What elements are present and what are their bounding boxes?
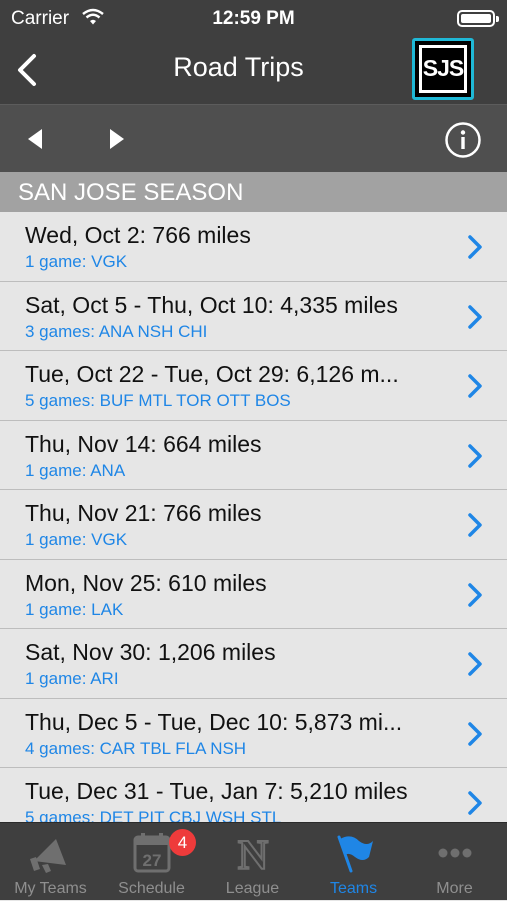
list-item[interactable]: Tue, Oct 22 - Tue, Oct 29: 6,126 m... 5 … [0,351,507,421]
list-item[interactable]: Thu, Dec 5 - Tue, Dec 10: 5,873 mi... 4 … [0,699,507,768]
info-button[interactable] [444,121,482,159]
status-bar: Carrier 12:59 PM [0,0,507,36]
league-glyph: N [237,833,267,875]
trip-games: 5 games: DET PIT CBJ WSH STL [25,808,282,822]
trip-games: 1 game: ARI [25,669,119,688]
trip-games: 1 game: VGK [25,252,128,271]
tab-bar: My Teams 27 Schedule 4 N League Teams Mo… [0,822,507,900]
battery-icon [457,10,499,27]
tab-label: Teams [329,880,378,897]
trip-games: 1 game: VGK [25,530,128,549]
trip-games: 4 games: CAR TBL FLA NSH [25,738,247,758]
road-trip-list: Wed, Oct 2: 766 miles 1 game: VGK Sat, O… [0,212,507,822]
navigation-bar: Road Trips SJS [0,36,507,104]
chevron-right-icon [468,235,482,259]
list-item[interactable]: Thu, Nov 21: 766 miles 1 game: VGK [0,490,507,560]
chevron-right-icon [468,791,482,815]
toolbar [0,104,507,172]
next-button[interactable] [98,119,138,159]
team-logo-button[interactable]: SJS [412,38,474,100]
tab-label: More [436,880,473,897]
page-title: Road Trips [173,52,304,82]
calendar-icon: 27 [133,833,170,873]
tab-label: League [225,880,280,897]
trip-title: Mon, Nov 25: 610 miles [25,569,267,596]
list-item[interactable]: Tue, Dec 31 - Tue, Jan 7: 5,210 miles 5 … [0,768,507,822]
tab-league[interactable]: N League [202,823,303,901]
flag-icon [337,835,373,873]
list-item[interactable]: Wed, Oct 2: 766 miles 1 game: VGK [0,212,507,282]
status-time: 12:59 PM [212,8,295,29]
trip-games: 1 game: LAK [25,599,124,619]
tab-teams[interactable]: Teams [303,823,404,901]
triangle-right-icon [110,129,124,149]
megaphone-icon [29,839,66,873]
trip-title: Thu, Nov 21: 766 miles [25,500,262,526]
trip-title: Thu, Dec 5 - Tue, Dec 10: 5,873 mi... [25,708,403,735]
tab-label: My Teams [14,880,87,897]
trip-title: Thu, Nov 14: 664 miles [25,430,262,457]
chevron-right-icon [468,304,482,329]
trip-games: 3 games: ANA NSH CHI [25,321,208,341]
section-header: SAN JOSE SEASON [0,172,507,212]
notification-badge: 4 [169,829,196,856]
trip-games: 5 games: BUF MTL TOR OTT BOS [25,391,291,410]
list-item[interactable]: Sat, Oct 5 - Thu, Oct 10: 4,335 miles 3 … [0,282,507,351]
chevron-right-icon [468,374,482,398]
info-icon [445,122,481,158]
trip-title: Sat, Nov 30: 1,206 miles [25,639,276,665]
league-n-icon: N [236,832,268,875]
chevron-right-icon [468,513,482,537]
team-logo-text: SJS [422,48,464,90]
calendar-day-text: 27 [142,851,161,870]
list-item[interactable]: Mon, Nov 25: 610 miles 1 game: LAK [0,560,507,629]
chevron-right-icon [468,721,482,746]
previous-button[interactable] [16,119,56,159]
chevron-right-icon [468,443,482,468]
chevron-right-icon [468,582,482,607]
list-item[interactable]: Thu, Nov 14: 664 miles 1 game: ANA [0,421,507,490]
list-item[interactable]: Sat, Nov 30: 1,206 miles 1 game: ARI [0,629,507,699]
trip-games: 1 game: ANA [25,460,126,480]
more-dots-icon [438,848,471,858]
trip-title: Tue, Dec 31 - Tue, Jan 7: 5,210 miles [25,778,408,804]
tab-my-teams[interactable]: My Teams [0,823,101,901]
trip-title: Tue, Oct 22 - Tue, Oct 29: 6,126 m... [25,361,399,387]
trip-title: Wed, Oct 2: 766 miles [25,222,251,248]
trip-title: Sat, Oct 5 - Thu, Oct 10: 4,335 miles [25,291,398,318]
tab-label: Schedule [118,880,185,897]
tab-more[interactable]: More [404,823,505,901]
chevron-right-icon [468,652,482,676]
triangle-left-icon [28,129,42,149]
